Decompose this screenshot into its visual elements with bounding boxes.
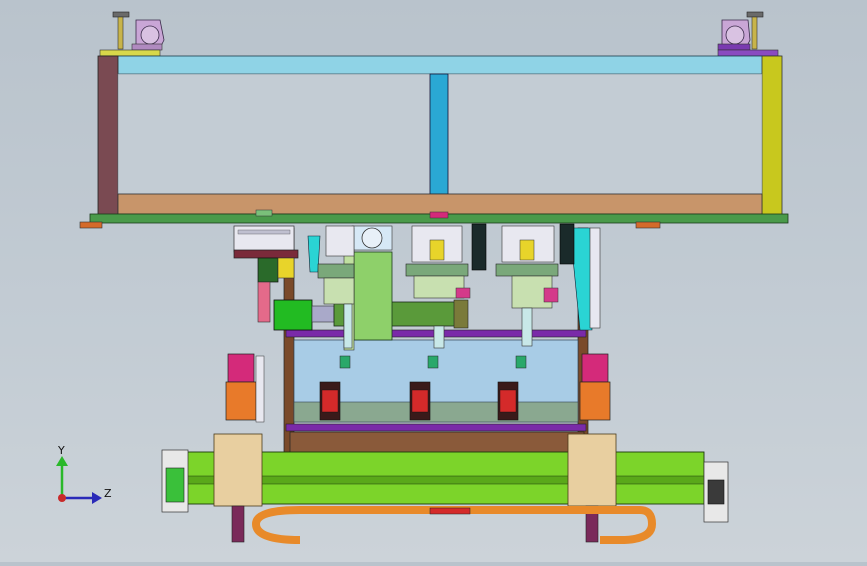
triad-z-label: Z [104,487,112,500]
leveling-foot-right [717,11,779,57]
gear-rack-left [471,223,487,271]
side-module-left [225,353,265,423]
top-frame [79,55,789,229]
assembly-drawing: Y Z [56,11,789,544]
triad-y-label: Y [57,444,65,457]
side-module-right [579,353,611,421]
cad-viewport[interactable]: Y Z [0,0,867,562]
coordinate-triad: Y Z [56,444,112,504]
gear-rack-right [559,223,575,265]
carriage-right [567,433,617,543]
leveling-foot-left [99,11,165,57]
